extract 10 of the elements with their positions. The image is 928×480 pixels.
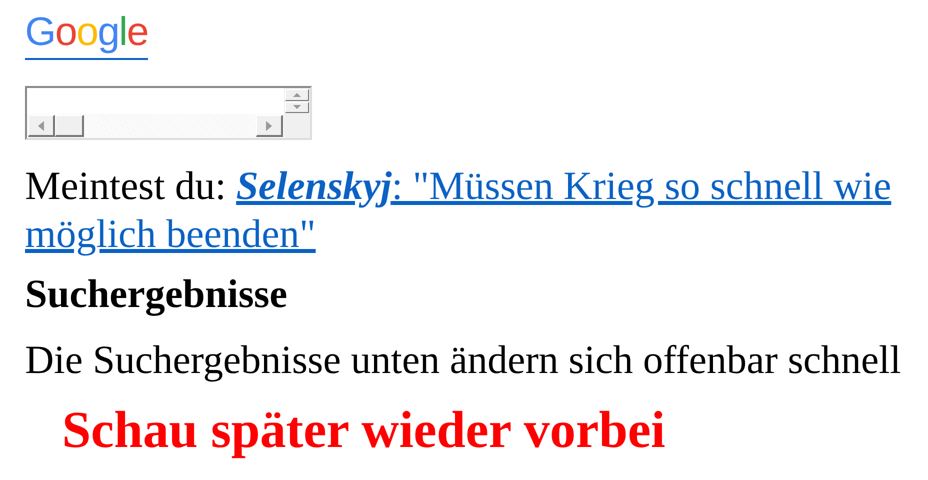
- horizontal-scrollbar[interactable]: [27, 114, 284, 138]
- text-area[interactable]: [25, 86, 312, 140]
- suggestion-text[interactable]: Meintest du: Selenskyj: "Müssen Krieg so schnell wie möglich beenden": [25, 162, 903, 258]
- info-text: Die Suchergebnisse unten ändern sich offenbar schnell: [25, 336, 902, 384]
- section-heading: Suchergebnisse: [25, 270, 288, 318]
- scrollbar-corner: [284, 114, 310, 138]
- scrollbar-thumb[interactable]: [55, 115, 84, 137]
- notice-text: Schau später wieder vorbei: [62, 402, 666, 460]
- vertical-scrollbar[interactable]: [284, 88, 310, 114]
- logo-link[interactable]: Google: [25, 8, 148, 60]
